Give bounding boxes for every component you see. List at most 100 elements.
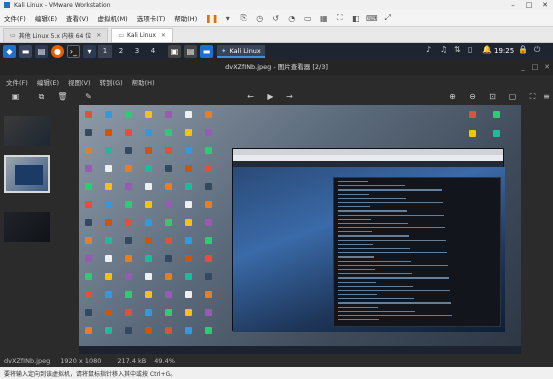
close-icon[interactable]: ✕ xyxy=(537,0,553,10)
console-icon[interactable]: ⌨ xyxy=(366,13,378,24)
window-icon[interactable]: ▤ xyxy=(184,45,197,58)
window-icon[interactable]: ▣ xyxy=(168,45,181,58)
play-icon[interactable]: ▶ xyxy=(265,91,276,102)
image-desktop-icon xyxy=(125,165,132,172)
thumbnail-icon[interactable]: ▦ xyxy=(318,13,329,24)
minimize-icon[interactable]: – xyxy=(505,0,521,10)
kali-menu-icon[interactable]: ◆ xyxy=(3,45,16,58)
zoom-out-icon[interactable]: ⊖ xyxy=(467,91,478,102)
maximize-icon[interactable]: □ xyxy=(521,0,537,10)
viewer-menu-file[interactable]: 文件(F) xyxy=(6,77,28,87)
image-terminal-line xyxy=(338,268,375,271)
network-icon[interactable]: ⇅ xyxy=(454,45,461,54)
tab-close-icon[interactable]: ✕ xyxy=(96,32,101,39)
workspace-1[interactable]: 1 xyxy=(98,45,112,58)
folder-icon[interactable]: ▬ xyxy=(200,45,213,58)
menu-tabs[interactable]: 选项卡(T) xyxy=(137,13,166,23)
stretch-icon[interactable]: ⤢ xyxy=(382,13,393,24)
vmware-titlebar: Kali Linux - VMware Workstation – □ ✕ xyxy=(0,0,553,10)
send-keys-icon[interactable]: ⎘ xyxy=(238,13,249,24)
viewer-menu-help[interactable]: 帮助(H) xyxy=(132,77,155,87)
thumbnail-1[interactable] xyxy=(4,116,50,146)
image-desktop-icon xyxy=(85,201,92,208)
viewer-statusbar: dvXZfINb.jpeg 1920 x 1080 217.4 kB 49.4% xyxy=(0,355,553,367)
copy-icon[interactable]: ⧉ xyxy=(36,91,47,102)
pause-icon[interactable]: ❚❚ xyxy=(205,13,218,24)
terminal-icon[interactable]: ›_ xyxy=(67,45,80,58)
image-desktop-icon xyxy=(205,273,212,280)
image-terminal-line xyxy=(338,206,370,208)
zoom-100-icon[interactable]: ▢ xyxy=(507,91,518,102)
snapshot-manager-icon[interactable]: ◔ xyxy=(286,13,297,24)
image-desktop-icon xyxy=(125,327,132,334)
image-desktop-icon xyxy=(185,237,192,244)
viewer-menubar: 文件(F) 编辑(E) 视图(V) 转到(G) 帮助(H) xyxy=(0,75,553,88)
thumbnail-2[interactable] xyxy=(4,155,50,193)
unity-icon[interactable]: ◧ xyxy=(350,13,361,24)
menu-icon[interactable]: ≡ xyxy=(541,91,552,102)
workspace-2[interactable]: 2 xyxy=(114,45,128,58)
battery-icon[interactable]: ▯ xyxy=(468,45,472,54)
image-desktop-icon xyxy=(205,147,212,154)
image-canvas[interactable] xyxy=(79,105,521,354)
edit-icon[interactable]: ✎ xyxy=(83,91,94,102)
library-icon[interactable]: ▭ xyxy=(302,13,313,24)
arrow-right-icon[interactable]: → xyxy=(284,91,295,102)
workspace-4[interactable]: 4 xyxy=(146,45,160,58)
image-desktop-icon xyxy=(185,111,192,118)
firefox-icon[interactable]: ● xyxy=(51,45,64,58)
thumbnail-3[interactable] xyxy=(4,212,50,242)
bell-icon[interactable]: ♫ xyxy=(440,45,447,54)
image-desktop-icon xyxy=(165,309,172,316)
menu-vm[interactable]: 虚拟机(M) xyxy=(98,13,128,23)
audio-icon[interactable]: ♪ xyxy=(426,45,431,54)
image-desktop-icon xyxy=(205,327,212,334)
viewer-menu-view[interactable]: 视图(V) xyxy=(68,77,91,87)
image-terminal-line xyxy=(338,210,407,212)
dropdown-icon[interactable]: ▾ xyxy=(83,45,96,58)
tab-close-icon[interactable]: ✕ xyxy=(161,32,166,39)
lock-icon[interactable]: 🔒 xyxy=(518,45,528,54)
image-desktop-icon xyxy=(469,111,476,118)
close-icon[interactable]: ✕ xyxy=(542,60,552,75)
arrow-left-icon[interactable]: ← xyxy=(245,91,256,102)
zoom-in-icon[interactable]: ⊕ xyxy=(447,91,458,102)
minimize-icon[interactable]: _ xyxy=(518,60,528,75)
power-icon[interactable]: ⏻ xyxy=(534,45,540,55)
viewer-menu-go[interactable]: 转到(G) xyxy=(100,77,123,87)
menu-view[interactable]: 查看(V) xyxy=(66,13,89,23)
menu-help[interactable]: 帮助(H) xyxy=(174,13,197,23)
image-desktop-icon xyxy=(185,165,192,172)
dropdown-icon[interactable]: ▾ xyxy=(222,13,233,24)
image-desktop-icon xyxy=(85,327,92,334)
maximize-icon[interactable]: □ xyxy=(530,60,540,75)
menu-edit[interactable]: 编辑(E) xyxy=(35,13,57,23)
image-desktop-icon xyxy=(165,201,172,208)
tab-other-linux[interactable]: ▭ 其他 Linux 5.x 内核 64 位 ✕ xyxy=(3,28,109,42)
file-manager-icon[interactable]: ▤ xyxy=(35,45,48,58)
workspace-3[interactable]: 3 xyxy=(130,45,144,58)
clock[interactable]: 19:25 xyxy=(494,47,514,55)
save-icon[interactable]: ▣ xyxy=(10,91,21,102)
image-terminal-line xyxy=(338,189,442,191)
image-terminal-line xyxy=(338,294,377,296)
zoom-fit-icon[interactable]: ⊡ xyxy=(487,91,498,102)
thumbnail-inner-screen xyxy=(15,165,43,185)
image-terminal-line xyxy=(338,239,446,241)
image-terminal-line xyxy=(338,281,376,283)
tab-kali-linux[interactable]: ▭ Kali Linux ✕ xyxy=(111,28,173,42)
fullscreen-icon[interactable]: ⛶ xyxy=(334,13,345,24)
image-desktop-icon xyxy=(145,147,152,154)
menu-file[interactable]: 文件(F) xyxy=(4,13,26,23)
notification-icon[interactable]: 🔔 xyxy=(482,45,492,54)
snapshot-icon[interactable]: ◷ xyxy=(254,13,265,24)
image-desktop-icon xyxy=(85,165,92,172)
trash-icon[interactable]: 🗑 xyxy=(57,91,68,102)
viewer-menu-edit[interactable]: 编辑(E) xyxy=(37,77,59,87)
image-terminal-line xyxy=(338,256,374,258)
taskbar-item-kali[interactable]: ✦ Kali Linux xyxy=(217,45,265,58)
fullscreen-icon[interactable]: ⛶ xyxy=(527,91,538,102)
show-desktop-icon[interactable]: ▬ xyxy=(19,45,32,58)
image-terminal-line xyxy=(338,302,451,304)
revert-snapshot-icon[interactable]: ↺ xyxy=(270,13,281,24)
